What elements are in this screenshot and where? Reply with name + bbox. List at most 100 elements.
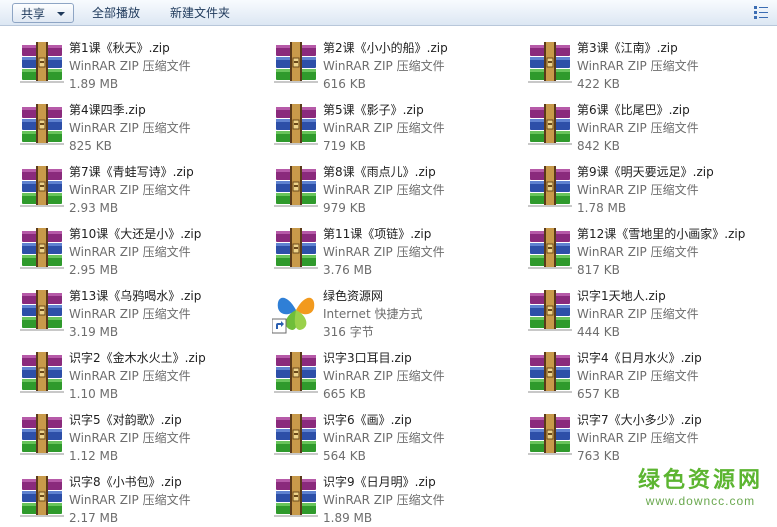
file-item[interactable]: 第1课《秋天》.zip WinRAR ZIP 压缩文件 1.89 MB [18,36,268,92]
file-type: WinRAR ZIP 压缩文件 [577,121,699,135]
file-size: 719 KB [323,139,366,153]
file-item[interactable]: 识字1天地人.zip WinRAR ZIP 压缩文件 444 KB [526,284,776,340]
file-size: 825 KB [69,139,112,153]
winrar-archive-icon [18,410,66,458]
file-name: 绿色资源网 [323,289,384,303]
winrar-archive-icon [272,224,320,272]
file-item[interactable]: 识字4《日月水火》.zip WinRAR ZIP 压缩文件 657 KB [526,346,776,402]
file-item[interactable]: 识字8《小书包》.zip WinRAR ZIP 压缩文件 2.17 MB [18,470,268,526]
file-name: 第12课《雪地里的小画家》.zip [577,227,746,241]
file-type: WinRAR ZIP 压缩文件 [69,245,191,259]
winrar-archive-icon [526,286,574,334]
file-name: 识字1天地人.zip [577,289,666,303]
share-button[interactable]: 共享 [12,3,74,23]
file-type: WinRAR ZIP 压缩文件 [577,183,699,197]
internet-shortcut-icon [271,286,320,334]
file-item[interactable]: 识字7《大小多少》.zip WinRAR ZIP 压缩文件 763 KB [526,408,776,464]
view-options-icon[interactable] [753,4,769,22]
file-name: 识字2《金木水火土》.zip [69,351,206,365]
file-name: 第5课《影子》.zip [323,103,424,117]
file-item[interactable]: 第12课《雪地里的小画家》.zip WinRAR ZIP 压缩文件 817 KB [526,222,776,278]
file-name: 第1课《秋天》.zip [69,41,170,55]
file-type: WinRAR ZIP 压缩文件 [69,183,191,197]
file-type: WinRAR ZIP 压缩文件 [69,307,191,321]
winrar-archive-icon [18,100,66,148]
file-item[interactable]: 识字9《日月明》.zip WinRAR ZIP 压缩文件 1.89 MB [272,470,522,526]
file-type: WinRAR ZIP 压缩文件 [69,431,191,445]
file-size: 2.95 MB [69,263,119,277]
file-type: WinRAR ZIP 压缩文件 [577,431,699,445]
file-name: 第3课《江南》.zip [577,41,678,55]
file-type: WinRAR ZIP 压缩文件 [323,59,445,73]
file-item[interactable]: 识字5《对韵歌》.zip WinRAR ZIP 压缩文件 1.12 MB [18,408,268,464]
file-type: WinRAR ZIP 压缩文件 [577,59,699,73]
file-item[interactable]: 第3课《江南》.zip WinRAR ZIP 压缩文件 422 KB [526,36,776,92]
file-size: 1.89 MB [69,77,119,91]
winrar-archive-icon [18,224,66,272]
file-size: 2.93 MB [69,201,119,215]
file-item[interactable]: 第4课四季.zip WinRAR ZIP 压缩文件 825 KB [18,98,268,154]
file-size: 817 KB [577,263,620,277]
file-item[interactable]: 识字2《金木水火土》.zip WinRAR ZIP 压缩文件 1.10 MB [18,346,268,402]
winrar-archive-icon [272,348,320,396]
file-item[interactable]: 第6课《比尾巴》.zip WinRAR ZIP 压缩文件 842 KB [526,98,776,154]
watermark-url: www.downcc.com [645,494,756,508]
winrar-archive-icon [526,410,574,458]
file-size: 1.89 MB [323,511,373,525]
file-type: WinRAR ZIP 压缩文件 [577,307,699,321]
watermark-title: 绿色资源网 [637,468,763,493]
file-type: WinRAR ZIP 压缩文件 [69,369,191,383]
new-folder-button[interactable]: 新建文件夹 [162,3,238,23]
file-name: 识字4《日月水火》.zip [577,351,702,365]
file-item[interactable]: 第7课《青蛙写诗》.zip WinRAR ZIP 压缩文件 2.93 MB [18,160,268,216]
winrar-archive-icon [526,38,574,86]
file-item[interactable]: 第9课《明天要远足》.zip WinRAR ZIP 压缩文件 1.78 MB [526,160,776,216]
file-name: 第13课《乌鸦喝水》.zip [69,289,202,303]
file-item[interactable]: 第13课《乌鸦喝水》.zip WinRAR ZIP 压缩文件 3.19 MB [18,284,268,340]
file-name: 识字8《小书包》.zip [69,475,182,489]
file-type: WinRAR ZIP 压缩文件 [69,493,191,507]
file-item[interactable]: 第8课《雨点儿》.zip WinRAR ZIP 压缩文件 979 KB [272,160,522,216]
file-size: 564 KB [323,449,366,463]
winrar-archive-icon [272,472,320,520]
file-size: 1.78 MB [577,201,627,215]
file-size: 616 KB [323,77,366,91]
file-item[interactable]: 第2课《小小的船》.zip WinRAR ZIP 压缩文件 616 KB [272,36,522,92]
winrar-archive-icon [18,472,66,520]
winrar-archive-icon [272,162,320,210]
file-size: 316 字节 [323,325,374,339]
file-name: 第7课《青蛙写诗》.zip [69,165,194,179]
file-name: 第10课《大还是小》.zip [69,227,202,241]
file-item[interactable]: 识字6《画》.zip WinRAR ZIP 压缩文件 564 KB [272,408,522,464]
file-size: 1.12 MB [69,449,119,463]
file-size: 979 KB [323,201,366,215]
file-type: WinRAR ZIP 压缩文件 [323,121,445,135]
winrar-archive-icon [18,348,66,396]
file-size: 444 KB [577,325,620,339]
file-type: WinRAR ZIP 压缩文件 [323,245,445,259]
file-item[interactable]: 识字3口耳目.zip WinRAR ZIP 压缩文件 665 KB [272,346,522,402]
play-all-button[interactable]: 全部播放 [84,3,148,23]
file-type: WinRAR ZIP 压缩文件 [69,59,191,73]
file-item[interactable]: 绿色资源网 Internet 快捷方式 316 字节 [271,284,522,340]
winrar-archive-icon [272,410,320,458]
file-item[interactable]: 第11课《项链》.zip WinRAR ZIP 压缩文件 3.76 MB [272,222,522,278]
file-size: 2.17 MB [69,511,119,525]
file-size: 665 KB [323,387,366,401]
winrar-archive-icon [526,348,574,396]
chevron-down-icon [57,12,65,16]
file-type: WinRAR ZIP 压缩文件 [323,431,445,445]
file-size: 3.76 MB [323,263,373,277]
winrar-archive-icon [272,100,320,148]
file-name: 识字6《画》.zip [323,413,412,427]
file-item[interactable]: 第10课《大还是小》.zip WinRAR ZIP 压缩文件 2.95 MB [18,222,268,278]
command-bar: 共享 全部播放 新建文件夹 [0,0,777,26]
file-size: 763 KB [577,449,620,463]
file-size: 422 KB [577,77,620,91]
file-size: 842 KB [577,139,620,153]
winrar-archive-icon [18,286,66,334]
file-name: 第11课《项链》.zip [323,227,432,241]
share-button-label: 共享 [21,7,46,21]
file-item[interactable]: 第5课《影子》.zip WinRAR ZIP 压缩文件 719 KB [272,98,522,154]
file-name: 识字9《日月明》.zip [323,475,436,489]
